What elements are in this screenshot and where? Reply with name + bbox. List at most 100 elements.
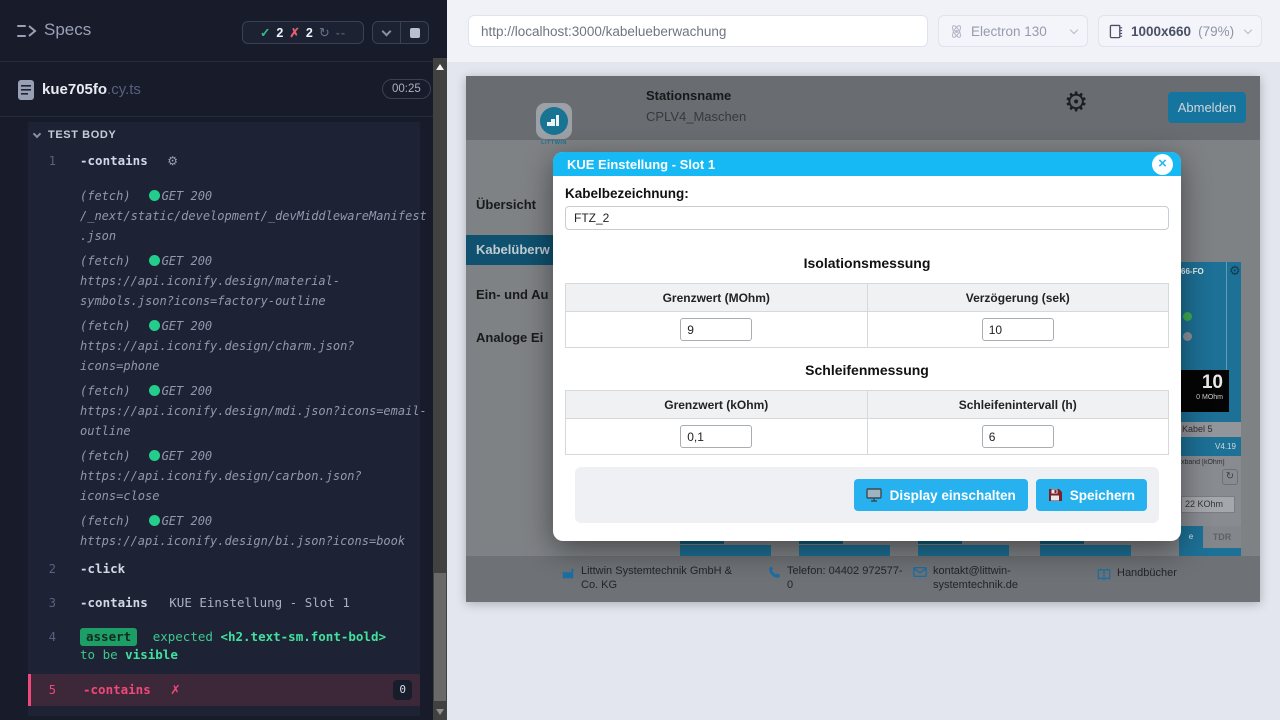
display-unit: 0 MOhm [1179,394,1223,401]
url-input[interactable] [468,15,928,47]
fetch-url: https://api.iconify.design/bi.json?icons… [80,531,432,551]
section-title-schleifen: Schleifenmessung [565,362,1169,378]
column-header: Grenzwert (MOhm) [566,284,868,312]
command-assert[interactable]: 4 assert expected <h2.text-sm.font-bold>… [28,624,420,668]
fetch-log[interactable]: (fetch)GET 200 https://api.iconify.desig… [80,446,432,506]
failed-count: 2 [306,26,313,40]
close-icon[interactable]: × [1152,154,1173,175]
specs-menu-icon[interactable] [16,22,38,40]
column-header: Schleifenintervall (h) [867,391,1169,419]
modal-title: KUE Einstellung - Slot 1 [567,157,715,172]
chevron-down-icon [382,26,392,36]
device-label: 66-FO [1181,267,1204,276]
station-value: CPLV4_Maschen [646,109,746,124]
status-led-green [1183,312,1192,321]
gear-icon: ⚙ [167,154,178,168]
resistance-value: 22 KOhm [1181,496,1235,513]
sidebar-item-uebersicht[interactable]: Übersicht [476,197,554,212]
sidebar-item-analoge-eingaenge[interactable]: Analoge Ei [476,330,554,345]
slot-tab-active[interactable]: e [1179,526,1203,548]
table-cell [566,419,868,455]
slot-card-body: xband [kOhm] ↻ 22 KOhm e TDR [1179,456,1241,556]
company-logo [536,103,572,139]
schleifen-table: Grenzwert (kOhm) Schleifenintervall (h) [565,390,1169,455]
grenzwert-mohm-input[interactable] [680,318,752,341]
viewport-zoom: (79%) [1198,24,1234,39]
assert-badge: assert [80,628,137,646]
fail-x-icon: ✗ [170,682,180,697]
browser-selector[interactable]: Electron 130 [938,15,1088,47]
fetch-url: /_next/static/development/_devMiddleware… [80,206,432,246]
logout-button[interactable]: Abmelden [1168,92,1246,123]
slot-tab-tdr[interactable]: TDR [1203,526,1241,548]
fetch-log[interactable]: (fetch)GET 200 https://api.iconify.desig… [80,316,432,376]
chevron-down-icon [1070,25,1078,33]
grenzwert-kohm-input[interactable] [680,425,752,448]
logo-wordmark: LITTWIN [536,140,572,146]
footer-email: kontakt@littwin-systemtechnik.de [913,564,1041,592]
status-led-gray [1183,332,1192,341]
divider [1226,262,1227,372]
column-header: Grenzwert (kOhm) [566,391,868,419]
spec-duration: 00:25 [382,79,431,99]
scrollbar-thumb[interactable] [434,573,446,701]
fetch-log[interactable]: (fetch)GET 200 https://api.iconify.desig… [80,511,432,551]
failed-icon: ✗ [289,25,299,40]
viewport-selector[interactable]: 1000x660 (79%) [1098,15,1262,47]
scroll-up-icon[interactable] [436,64,444,70]
pending-icon: ↻ [319,25,330,41]
slot-card-partial: 66-FO ⚙ 10 0 MOhm Kabel 5 V4.19 xband [k… [1179,262,1241,556]
phone-icon [768,566,781,579]
chevron-down-icon [33,130,41,138]
fetch-log[interactable]: (fetch)GET 200 /_next/static/development… [80,186,432,246]
spec-row[interactable]: kue705fo.cy.ts 00:25 [0,63,433,117]
display-on-button[interactable]: Display einschalten [854,479,1028,511]
test-body-toggle[interactable]: TEST BODY [28,122,420,148]
cypress-reporter: Specs ✓ 2 ✗ 2 ↻ -- kue705fo.cy.ts 00:25 [0,0,447,720]
stop-icon [410,28,420,38]
footer-manuals[interactable]: Handbücher [1097,566,1177,581]
spec-name: kue705fo.cy.ts [42,81,141,98]
fetch-log[interactable]: (fetch)GET 200 https://api.iconify.desig… [80,381,432,441]
isolation-table: Grenzwert (MOhm) Verzögerung (sek) [565,283,1169,348]
app-header: Stationsname CPLV4_Maschen ⚙ Abmelden [466,76,1260,140]
test-body-suite: TEST BODY 1 -contains ⚙ (fetch)GET 200 /… [28,122,420,716]
contains-message: KUE Einstellung - Slot 1 [169,595,350,610]
status-dot-icon [149,515,160,526]
fetch-log[interactable]: (fetch)GET 200 https://api.iconify.desig… [80,251,432,311]
scroll-down-icon[interactable] [436,709,444,715]
test-stats[interactable]: ✓ 2 ✗ 2 ↻ -- [242,21,364,44]
settings-gear-icon[interactable]: ⚙ [1064,89,1088,116]
modal-footer: Display einschalten Speichern [575,467,1159,523]
slot-bar [918,545,1009,556]
fetch-url: https://api.iconify.design/material-symb… [80,271,432,311]
email-icon [913,566,927,578]
reporter-scrollbar[interactable] [433,58,447,720]
passed-icon: ✓ [260,25,270,40]
collapse-button[interactable] [373,22,400,43]
command-contains-1[interactable]: 1 -contains ⚙ [28,148,420,174]
section-title-isolation: Isolationsmessung [565,255,1169,271]
cable-name-label: Kabelbezeichnung: [565,186,1169,201]
save-button[interactable]: Speichern [1036,479,1147,511]
schleifenintervall-input[interactable] [982,425,1054,448]
station-label: Stationsname [646,88,731,103]
ruler-icon [1109,24,1124,39]
sidebar-item-kabelueberwachung[interactable]: Kabelüberw [466,235,554,265]
status-dot-icon [149,385,160,396]
save-floppy-icon [1048,488,1062,502]
aut-topbar: Electron 130 1000x660 (79%) [447,0,1280,62]
slot-gear-icon[interactable]: ⚙ [1229,264,1241,279]
stop-button[interactable] [400,22,428,43]
command-contains-3[interactable]: 3 -contains KUE Einstellung - Slot 1 [28,590,420,616]
sidebar-item-ein-und-ausgaenge[interactable]: Ein- und Au [476,287,554,302]
command-contains-failed[interactable]: 5 -contains ✗ 0 [28,674,420,706]
refresh-icon[interactable]: ↻ [1222,469,1238,485]
passed-count: 2 [276,26,283,40]
browser-label: Electron 130 [971,24,1047,39]
cable-name-input[interactable] [565,206,1169,230]
verzoegerung-sek-input[interactable] [982,318,1054,341]
slot-bar [680,545,771,556]
display-value: 10 [1179,372,1223,394]
command-click[interactable]: 2 -click [28,556,420,582]
